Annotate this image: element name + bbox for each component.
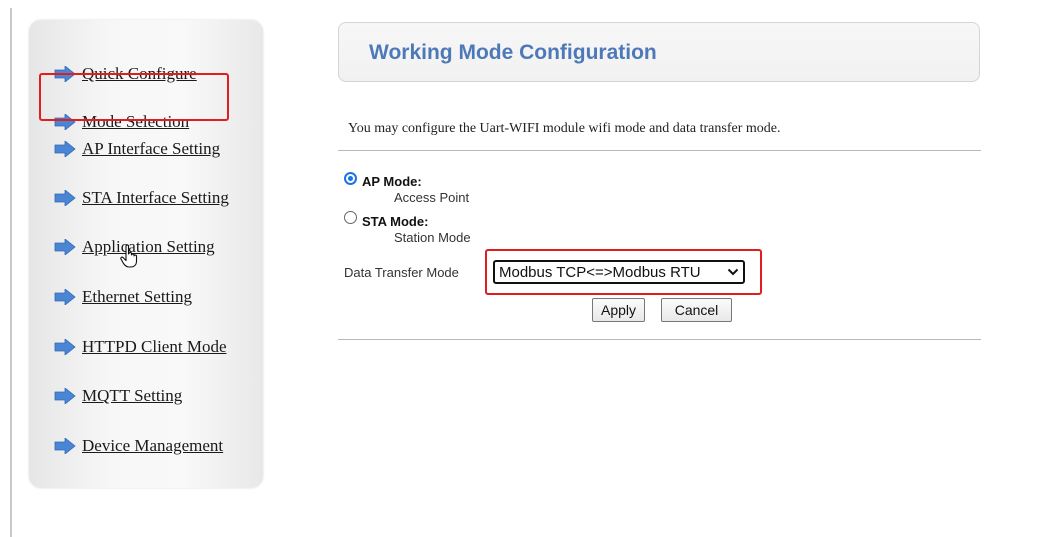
sidebar-item-label: AP Interface Setting	[82, 139, 221, 158]
apply-button[interactable]: Apply	[592, 298, 645, 322]
page-left-border	[10, 8, 12, 537]
arrow-right-icon	[54, 239, 76, 255]
sidebar-item-label: Device Management	[82, 436, 224, 455]
sta-mode-description: Station Mode	[394, 230, 471, 245]
arrow-right-icon	[54, 438, 76, 454]
intro-text: You may configure the Uart-WIFI module w…	[348, 121, 781, 136]
ap-mode-radio[interactable]	[344, 172, 357, 185]
sidebar-item-label: Application Setting	[82, 237, 215, 256]
sidebar-item-sta-interface-setting[interactable]: STA Interface Setting	[54, 184, 229, 212]
divider	[338, 339, 981, 340]
sidebar-item-label: Ethernet Setting	[82, 287, 193, 306]
select-value: Modbus TCP<=>Modbus RTU	[499, 263, 701, 281]
sidebar-item-httpd-client-mode[interactable]: HTTPD Client Mode	[54, 333, 227, 361]
arrow-right-icon	[54, 289, 76, 305]
sidebar-item-ap-interface-setting[interactable]: AP Interface Setting	[54, 135, 220, 163]
ap-mode-description: Access Point	[394, 190, 470, 205]
arrow-right-icon	[54, 190, 76, 206]
sidebar-item-label: MQTT Setting	[82, 386, 183, 405]
chevron-down-icon	[727, 268, 739, 276]
page-title: Working Mode Configuration	[369, 41, 657, 64]
divider	[338, 150, 981, 151]
sidebar-item-mqtt-setting[interactable]: MQTT Setting	[54, 382, 182, 410]
ap-mode-label: AP Mode:	[362, 174, 422, 189]
arrow-right-icon	[54, 141, 76, 157]
sidebar-item-label: HTTPD Client Mode	[82, 337, 227, 356]
sidebar-item-ethernet-setting[interactable]: Ethernet Setting	[54, 283, 192, 311]
sidebar-item-device-management[interactable]: Device Management	[54, 432, 223, 460]
sta-mode-radio[interactable]	[344, 211, 357, 224]
sidebar-item-label: STA Interface Setting	[82, 188, 229, 207]
cancel-button[interactable]: Cancel	[661, 298, 732, 322]
selected-item-highlight	[39, 73, 229, 121]
data-transfer-mode-select[interactable]: Modbus TCP<=>Modbus RTU	[493, 260, 745, 284]
arrow-right-icon	[54, 388, 76, 404]
hand-cursor-icon	[120, 244, 138, 268]
sta-mode-label: STA Mode:	[362, 214, 429, 229]
arrow-right-icon	[54, 339, 76, 355]
data-transfer-mode-label: Data Transfer Mode	[344, 265, 459, 280]
page-header: Working Mode Configuration	[338, 22, 980, 82]
